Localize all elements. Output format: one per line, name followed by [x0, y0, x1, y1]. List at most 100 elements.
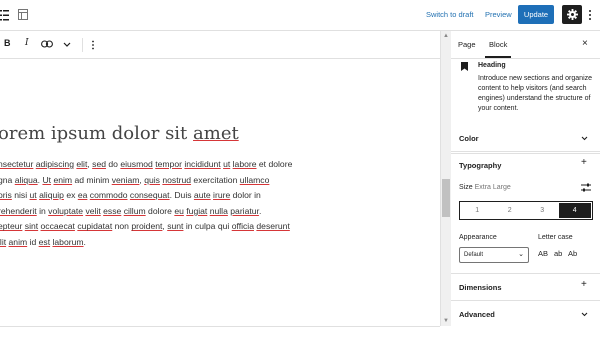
tab-block[interactable]: Block — [489, 40, 507, 49]
block-title: Heading — [478, 62, 506, 69]
active-tab-indicator — [485, 56, 511, 58]
heading-block[interactable]: orem ipsum dolor sit amet — [0, 123, 239, 144]
misspelled-word: elit — [76, 159, 88, 169]
misspelled-word: deserunt — [256, 221, 290, 232]
font-size-option-3[interactable]: 3 — [526, 203, 559, 218]
letter-case-label: Letter case — [538, 234, 573, 241]
settings-sidebar: Page Block × Heading Introduce new secti… — [451, 31, 600, 338]
misspelled-word: sunt — [167, 221, 184, 232]
block-toolbar: B I — [0, 31, 440, 59]
misspelled-word: nostrud — [162, 174, 192, 185]
preview-button[interactable]: Preview — [485, 10, 512, 19]
dimensions-panel[interactable]: Dimensions + — [451, 274, 600, 301]
font-size-option-1[interactable]: 1 — [461, 203, 494, 218]
misspelled-word: nulla — [209, 205, 228, 216]
paragraph-text: . — [83, 236, 86, 247]
misspelled-word: irure — [213, 190, 231, 201]
misspelled-word: consequat — [129, 190, 170, 201]
font-size-option-4[interactable]: 4 — [558, 203, 591, 218]
misspelled-word: laborum — [52, 236, 84, 247]
italic-button[interactable]: I — [25, 38, 29, 48]
advanced-panel[interactable]: Advanced — [451, 301, 600, 328]
update-button[interactable]: Update — [518, 5, 554, 24]
misspelled-word: commodo — [89, 190, 128, 201]
custom-size-icon[interactable] — [581, 183, 591, 192]
capitalize-button[interactable]: Ab — [568, 249, 577, 258]
appearance-select[interactable]: Default ⌄ — [459, 247, 529, 263]
paragraph-line: llit anim id est laborum. — [0, 235, 438, 251]
editor-footer — [0, 326, 440, 338]
misspelled-word: cillum — [123, 205, 146, 216]
misspelled-word: nsectetur — [0, 159, 34, 169]
options-kebab-icon[interactable] — [588, 9, 592, 21]
misspelled-word: cupidatat — [77, 221, 113, 232]
misspelled-word: aliquip — [39, 190, 64, 201]
plus-icon[interactable]: + — [581, 157, 587, 168]
misspelled-word: ea — [77, 190, 88, 201]
misspelled-word: labore — [232, 159, 257, 169]
close-sidebar-button[interactable]: × — [582, 38, 588, 49]
misspelled-word: proident — [131, 221, 163, 232]
misspelled-word: esse — [103, 205, 122, 216]
paragraph-text: ex — [63, 190, 78, 201]
misspelled-word: anim — [8, 236, 28, 247]
editor-canvas[interactable]: orem ipsum dolor sit amet nsectetur adip… — [0, 59, 440, 326]
link-icon[interactable] — [41, 40, 53, 48]
paragraph-line: rehenderit in voluptate velit esse cillu… — [0, 204, 438, 220]
dimensions-panel-title: Dimensions — [459, 283, 502, 292]
more-options-icon[interactable] — [91, 40, 95, 50]
paragraph-text: ad minim — [72, 174, 112, 185]
top-toolbar: Switch to draft Preview Update — [0, 0, 600, 31]
misspelled-word: pariatur — [230, 205, 259, 216]
tab-page[interactable]: Page — [458, 40, 476, 49]
chevron-down-icon[interactable] — [581, 136, 588, 141]
misspelled-word: est — [38, 236, 51, 247]
paragraph-block[interactable]: nsectetur adipiscing elit, sed do eiusmo… — [0, 157, 438, 251]
size-label: Size Extra Large — [459, 184, 511, 191]
paragraph-text: nisi — [11, 190, 30, 201]
gear-icon — [566, 9, 578, 20]
scroll-down-arrow[interactable]: ▼ — [443, 318, 449, 324]
misspelled-word: sint — [24, 221, 39, 232]
heading-text-misspelled: amet — [193, 123, 239, 144]
scrollbar-thumb[interactable] — [442, 179, 450, 217]
paragraph-text: exercitation — [191, 174, 240, 185]
misspelled-word: fugiat — [186, 205, 208, 216]
color-panel[interactable]: Color — [451, 125, 600, 152]
color-panel-title: Color — [459, 134, 479, 143]
misspelled-word: epteur — [0, 221, 23, 232]
size-value: Extra Large — [474, 184, 511, 191]
lowercase-button[interactable]: ab — [554, 249, 562, 258]
paragraph-text: non — [112, 221, 132, 232]
size-label-text: Size — [459, 184, 473, 191]
misspelled-word: rehenderit — [0, 205, 37, 216]
misspelled-word: eu — [174, 205, 184, 216]
advanced-panel-title: Advanced — [459, 310, 495, 319]
misspelled-word: voluptate — [48, 205, 84, 216]
misspelled-word: incididunt — [184, 159, 221, 169]
plus-icon[interactable]: + — [581, 279, 587, 290]
editor-scrollbar[interactable]: ▲ ▼ — [440, 31, 451, 326]
bookmark-icon — [461, 62, 468, 71]
paragraph-text: gna — [0, 174, 13, 185]
misspelled-word: veniam — [111, 174, 140, 185]
settings-button[interactable] — [562, 5, 582, 24]
misspelled-word: eiusmod — [120, 159, 153, 169]
misspelled-word: velit — [85, 205, 101, 216]
bold-button[interactable]: B — [4, 38, 11, 48]
paragraph-text: in culpa qui — [183, 221, 232, 232]
uppercase-button[interactable]: AB — [538, 249, 548, 258]
font-size-option-2[interactable]: 2 — [494, 203, 527, 218]
misspelled-word: Ut — [42, 174, 52, 185]
paragraph-line: oris nisi ut aliquip ex ea commodo conse… — [0, 188, 438, 204]
misspelled-word: sed — [92, 159, 106, 169]
switch-to-draft-button[interactable]: Switch to draft — [426, 10, 474, 19]
misspelled-word: aliqua — [14, 174, 38, 185]
chevron-down-icon[interactable] — [581, 312, 588, 317]
block-description: Introduce new sections and organize cont… — [478, 75, 593, 112]
misspelled-word: officia — [231, 221, 254, 232]
template-icon[interactable] — [18, 9, 28, 20]
scroll-up-arrow[interactable]: ▲ — [443, 33, 449, 39]
document-overview-icon[interactable] — [0, 9, 9, 21]
chevron-down-icon[interactable] — [63, 42, 71, 47]
